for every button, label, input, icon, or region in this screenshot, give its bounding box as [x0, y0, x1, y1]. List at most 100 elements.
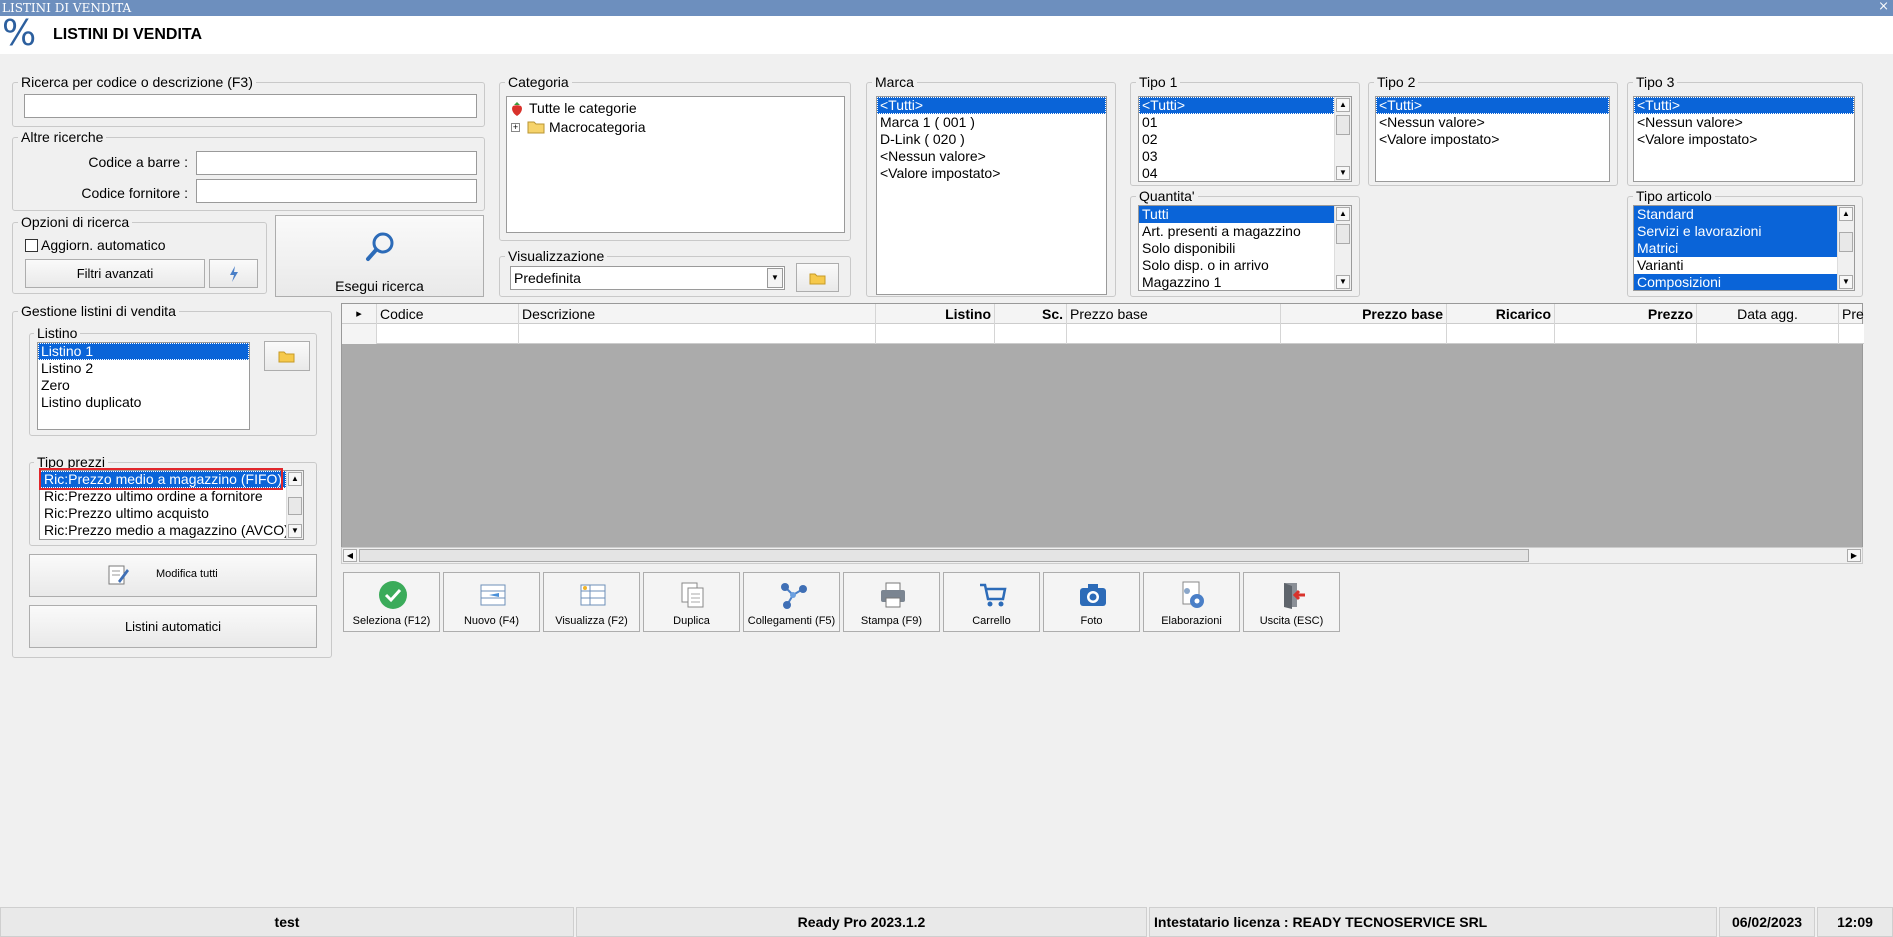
- price-grid[interactable]: ▸ Codice Descrizione Listino Sc. Prezzo …: [341, 303, 1864, 564]
- horizontal-scrollbar[interactable]: ◀ ▶: [341, 547, 1863, 564]
- print-button[interactable]: Stampa (F9): [843, 572, 940, 632]
- list-item[interactable]: 03: [1139, 148, 1351, 165]
- article-type-list[interactable]: Standard Servizi e lavorazioni Matrici V…: [1633, 205, 1855, 291]
- links-button[interactable]: Collegamenti (F5): [743, 572, 840, 632]
- column-header[interactable]: Listino: [876, 304, 995, 324]
- scrollbar[interactable]: ▲ ▼: [1837, 206, 1854, 290]
- column-header[interactable]: Data agg.: [1697, 304, 1839, 324]
- barcode-input[interactable]: [196, 151, 477, 175]
- list-item[interactable]: Solo disp. o in arrivo: [1139, 257, 1351, 274]
- column-header[interactable]: Prezzo base: [1281, 304, 1447, 324]
- list-item[interactable]: Magazzino 1: [1139, 274, 1351, 290]
- grid-cell[interactable]: [1447, 324, 1555, 344]
- list-item[interactable]: Listino 1: [38, 343, 249, 360]
- list-item[interactable]: 04: [1139, 165, 1351, 181]
- column-header[interactable]: Descrizione: [519, 304, 876, 324]
- grid-cell[interactable]: [1697, 324, 1839, 344]
- list-item[interactable]: <Nessun valore>: [877, 148, 1106, 165]
- lightning-button[interactable]: [209, 259, 258, 288]
- grid-cell[interactable]: [377, 324, 519, 344]
- view-button[interactable]: Visualizza (F2): [543, 572, 640, 632]
- tree-expander-icon[interactable]: +: [511, 123, 520, 132]
- column-header[interactable]: Pre: [1839, 304, 1864, 324]
- chevron-down-icon[interactable]: ▼: [1336, 275, 1350, 289]
- grid-cell[interactable]: [995, 324, 1067, 344]
- scroll-thumb[interactable]: [1336, 115, 1350, 135]
- chevron-down-icon[interactable]: ▼: [767, 268, 783, 288]
- chevron-up-icon[interactable]: ▲: [1336, 98, 1350, 112]
- column-header[interactable]: Prezzo: [1555, 304, 1697, 324]
- grid-cell[interactable]: [1067, 324, 1281, 344]
- list-item[interactable]: Varianti: [1634, 257, 1854, 274]
- view-select[interactable]: Predefinita ▼: [510, 266, 785, 290]
- view-folder-button[interactable]: [796, 263, 839, 292]
- list-item[interactable]: <Nessun valore>: [1634, 114, 1854, 131]
- list-item[interactable]: Matrici: [1634, 240, 1837, 257]
- type3-list[interactable]: <Tutti> <Nessun valore> <Valore impostat…: [1633, 96, 1855, 182]
- scroll-thumb[interactable]: [1839, 232, 1853, 252]
- exit-button[interactable]: Uscita (ESC): [1243, 572, 1340, 632]
- list-item[interactable]: Zero: [38, 377, 249, 394]
- list-item[interactable]: <Valore impostato>: [877, 165, 1106, 182]
- chevron-down-icon[interactable]: ▼: [1839, 275, 1853, 289]
- list-item[interactable]: Art. presenti a magazzino: [1139, 223, 1351, 240]
- grid-cell[interactable]: [519, 324, 876, 344]
- list-item[interactable]: <Valore impostato>: [1376, 131, 1609, 148]
- search-input[interactable]: [24, 94, 477, 118]
- list-item[interactable]: 01: [1139, 114, 1351, 131]
- auto-update-checkbox[interactable]: [25, 239, 38, 252]
- quantity-list[interactable]: Tutti Art. presenti a magazzino Solo dis…: [1138, 205, 1352, 291]
- grid-cell[interactable]: [1555, 324, 1697, 344]
- list-item[interactable]: Ric:Prezzo ultimo ordine a fornitore: [40, 488, 303, 505]
- list-item[interactable]: <Tutti>: [1634, 97, 1854, 114]
- list-item[interactable]: <Tutti>: [877, 97, 1106, 114]
- list-item[interactable]: 02: [1139, 131, 1351, 148]
- list-item[interactable]: Listino 2: [38, 360, 249, 377]
- list-item[interactable]: Standard: [1634, 206, 1837, 223]
- list-item[interactable]: <Tutti>: [1139, 97, 1334, 114]
- column-header[interactable]: Codice: [377, 304, 519, 324]
- scroll-thumb[interactable]: [359, 549, 1529, 562]
- category-tree[interactable]: Tutte le categorie + Macrocategoria: [506, 96, 845, 233]
- close-icon[interactable]: ×: [1878, 0, 1889, 15]
- column-header[interactable]: Sc.: [995, 304, 1067, 324]
- tree-child-label[interactable]: Macrocategoria: [549, 119, 646, 135]
- chevron-right-icon[interactable]: ▶: [1847, 549, 1861, 562]
- duplicate-button[interactable]: Duplica: [643, 572, 740, 632]
- chevron-up-icon[interactable]: ▲: [288, 472, 302, 486]
- supplier-code-input[interactable]: [196, 179, 477, 203]
- photo-button[interactable]: Foto: [1043, 572, 1140, 632]
- type1-list[interactable]: <Tutti> 01 02 03 04 ▲ ▼: [1138, 96, 1352, 182]
- price-list-list[interactable]: Listino 1 Listino 2 Zero Listino duplica…: [37, 342, 250, 430]
- list-item[interactable]: <Valore impostato>: [1634, 131, 1854, 148]
- chevron-down-icon[interactable]: ▼: [288, 524, 302, 538]
- column-header[interactable]: Prezzo base: [1067, 304, 1281, 324]
- list-item[interactable]: Ric:Prezzo ultimo acquisto: [40, 505, 303, 522]
- list-item[interactable]: Listino duplicato: [38, 394, 249, 411]
- list-item[interactable]: Composizioni: [1634, 274, 1837, 290]
- brand-list[interactable]: <Tutti> Marca 1 ( 001 ) D-Link ( 020 ) <…: [876, 96, 1107, 295]
- edit-all-button[interactable]: Modifica tutti: [29, 554, 317, 597]
- chevron-up-icon[interactable]: ▲: [1336, 207, 1350, 221]
- scrollbar[interactable]: ▲ ▼: [286, 471, 303, 539]
- list-item[interactable]: Tutti: [1139, 206, 1334, 223]
- tree-root-label[interactable]: Tutte le categorie: [529, 100, 637, 116]
- list-item[interactable]: Solo disponibili: [1139, 240, 1351, 257]
- select-button[interactable]: Seleziona (F12): [343, 572, 440, 632]
- list-item[interactable]: <Tutti>: [1376, 97, 1609, 114]
- column-header[interactable]: Ricarico: [1447, 304, 1555, 324]
- new-button[interactable]: Nuovo (F4): [443, 572, 540, 632]
- auto-price-lists-button[interactable]: Listini automatici: [29, 605, 317, 648]
- advanced-filters-button[interactable]: Filtri avanzati: [25, 259, 205, 288]
- run-search-button[interactable]: Esegui ricerca: [275, 215, 484, 297]
- table-row[interactable]: [342, 324, 1864, 344]
- scrollbar[interactable]: ▲ ▼: [1334, 97, 1351, 181]
- list-item[interactable]: <Nessun valore>: [1376, 114, 1609, 131]
- chevron-up-icon[interactable]: ▲: [1839, 207, 1853, 221]
- grid-cell[interactable]: [1281, 324, 1447, 344]
- list-item[interactable]: Marca 1 ( 001 ): [877, 114, 1106, 131]
- scroll-thumb[interactable]: [288, 497, 302, 515]
- scroll-thumb[interactable]: [1336, 224, 1350, 244]
- type2-list[interactable]: <Tutti> <Nessun valore> <Valore impostat…: [1375, 96, 1610, 182]
- chevron-down-icon[interactable]: ▼: [1336, 166, 1350, 180]
